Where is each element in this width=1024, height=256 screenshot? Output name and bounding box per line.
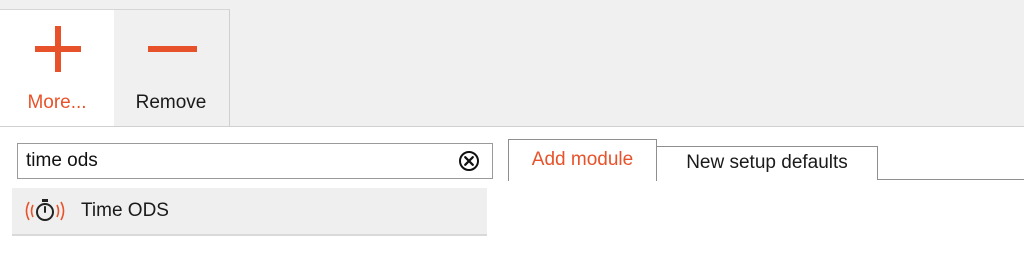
list-item[interactable]: Time ODS <box>12 188 487 236</box>
minus-icon <box>148 46 197 52</box>
remove-button[interactable]: Remove <box>114 10 228 126</box>
plus-icon <box>35 26 81 72</box>
divider <box>0 126 1024 127</box>
more-button[interactable]: More... <box>0 10 114 126</box>
search-input[interactable] <box>26 144 446 178</box>
remove-button-label: Remove <box>135 92 207 113</box>
module-toolbar: More... Remove <box>0 9 230 126</box>
search-box <box>17 143 493 179</box>
tab-add-module[interactable]: Add module <box>508 139 657 181</box>
list-item-label: Time ODS <box>81 200 169 221</box>
more-button-label: More... <box>27 92 87 113</box>
timer-icon <box>25 199 65 221</box>
tab-new-setup-defaults[interactable]: New setup defaults <box>656 146 878 180</box>
clear-search-icon[interactable] <box>458 150 480 172</box>
